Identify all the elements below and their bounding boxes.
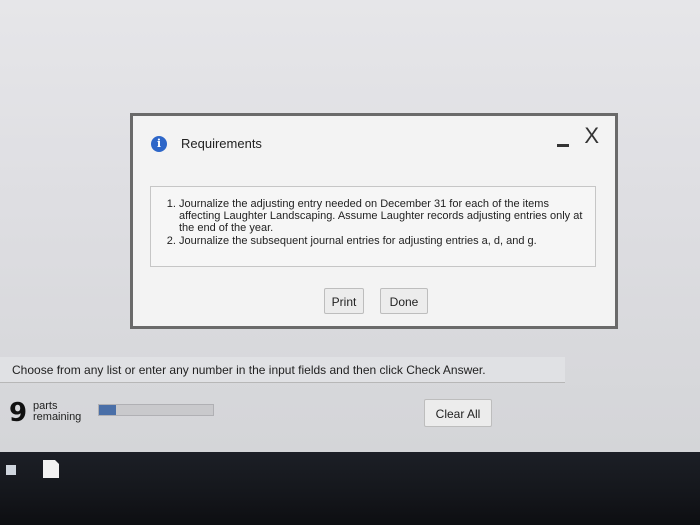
requirements-box: Journalize the adjusting entry needed on… xyxy=(150,186,596,267)
parts-remaining-label: parts remaining xyxy=(33,401,81,423)
requirements-dialog: i Requirements X Journalize the adjustin… xyxy=(130,113,618,329)
screen: i Requirements X Journalize the adjustin… xyxy=(0,0,700,452)
progress-fill xyxy=(99,405,117,415)
progress-bar xyxy=(98,404,214,416)
done-button[interactable]: Done xyxy=(380,288,428,314)
info-icon: i xyxy=(151,136,167,152)
requirements-list: Journalize the adjusting entry needed on… xyxy=(151,187,595,247)
clear-all-button[interactable]: Clear All xyxy=(424,399,492,427)
windows-icon[interactable] xyxy=(6,465,16,475)
close-button[interactable]: X xyxy=(584,124,599,148)
print-button[interactable]: Print xyxy=(324,288,364,314)
dialog-header: i Requirements X xyxy=(133,116,615,160)
instructions-text: Choose from any list or enter any number… xyxy=(0,357,565,383)
taskbar-bezel xyxy=(0,452,700,525)
requirement-item: Journalize the subsequent journal entrie… xyxy=(179,235,585,247)
file-icon[interactable] xyxy=(43,460,59,478)
requirement-item: Journalize the adjusting entry needed on… xyxy=(179,198,585,234)
parts-remaining-count: 9 xyxy=(9,398,28,428)
parts-label-line-2: remaining xyxy=(33,411,82,423)
dialog-title: Requirements xyxy=(181,136,262,151)
minimize-button[interactable] xyxy=(557,132,571,150)
